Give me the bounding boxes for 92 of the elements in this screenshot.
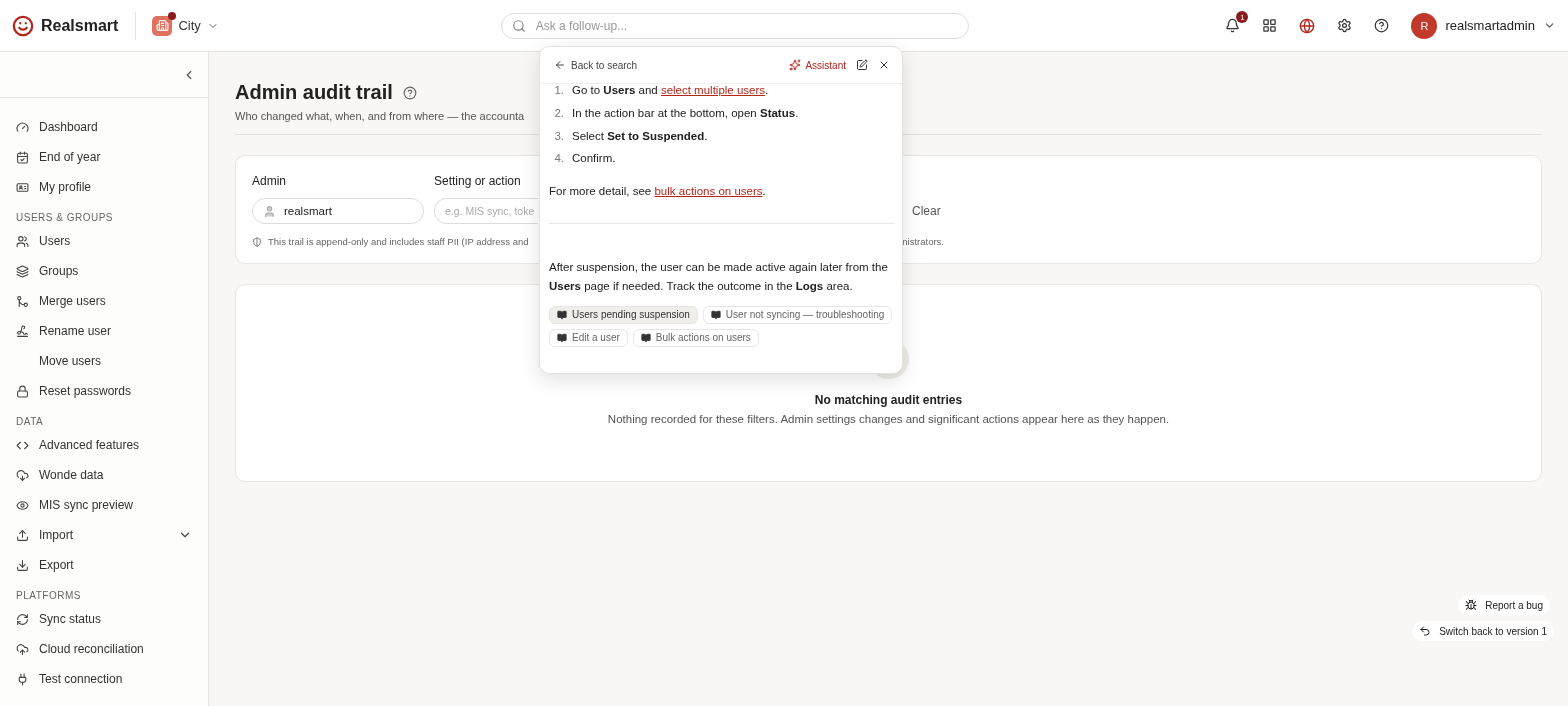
sidebar-item[interactable]: Merge users — [0, 286, 208, 316]
globe-button[interactable] — [1299, 17, 1316, 34]
article-chip[interactable]: Users pending suspension — [549, 305, 698, 324]
undo-icon — [1419, 625, 1432, 637]
calendar-icon — [16, 150, 29, 164]
cloud-upload-icon — [16, 642, 29, 656]
step-text: Select Set to Suspended. — [572, 129, 708, 142]
step-text: Go to Users and select multiple users. — [572, 84, 769, 96]
notification-badge: 1 — [1236, 11, 1249, 23]
book-icon — [557, 332, 567, 343]
cloud-download-icon — [16, 468, 29, 482]
bug-icon — [1465, 599, 1478, 611]
upload-icon — [16, 528, 29, 542]
sidebar-item[interactable]: MIS sync preview — [0, 490, 208, 520]
sidebar-item[interactable]: Reset passwords — [0, 376, 208, 406]
plug-icon — [16, 672, 29, 686]
article-chip[interactable]: User not syncing — troubleshooting — [702, 305, 893, 324]
help-icon[interactable] — [402, 85, 417, 100]
eye-icon — [16, 498, 29, 512]
person-icon — [263, 204, 276, 218]
detail-text: For more detail, see bulk actions on users. — [549, 183, 767, 199]
signature-icon — [16, 324, 29, 338]
book-icon — [710, 309, 721, 320]
step-number: 4. — [553, 152, 564, 165]
settings-button[interactable] — [1337, 18, 1353, 33]
logo-icon — [12, 14, 34, 37]
shield-icon — [252, 236, 262, 247]
empty-title: No matching audit entries — [814, 393, 963, 407]
article-chip[interactable]: Bulk actions on users — [632, 328, 759, 347]
user-menu[interactable]: R realsmartadmin — [1411, 12, 1556, 39]
sidebar-item[interactable]: Wonde data — [0, 460, 208, 490]
sidebar-item[interactable]: Dashboard — [0, 112, 208, 142]
download-icon — [16, 558, 29, 572]
section-title: PLATFORMS — [15, 589, 82, 603]
arrow-left-icon — [554, 59, 566, 71]
sidebar-item[interactable]: Test connection — [0, 664, 208, 694]
search-icon — [511, 18, 526, 33]
users-icon — [16, 234, 29, 248]
gauge-icon — [16, 120, 29, 134]
clear-button[interactable]: Clear — [910, 198, 943, 224]
lock-icon — [16, 384, 29, 398]
merge-icon — [16, 294, 29, 308]
switch-version-button[interactable]: Switch back to version 1 — [1412, 621, 1554, 641]
sidebar-item[interactable]: Rename user — [0, 316, 208, 346]
search-input[interactable]: Ask a follow-up... — [533, 17, 958, 34]
layers-icon — [16, 264, 29, 278]
sidebar-item[interactable]: Export — [0, 550, 208, 580]
sidebar-item[interactable]: My profile — [0, 172, 208, 202]
sidebar-item[interactable]: Import — [0, 520, 208, 550]
close-button[interactable] — [878, 59, 890, 71]
id-card-icon — [16, 180, 29, 194]
text-link[interactable]: bulk actions on users — [654, 184, 763, 197]
answer-text: After suspension, the user can be made active again later from the Users page if needed. Track the outcome in the Logs area. — [549, 259, 889, 294]
org-switcher[interactable]: City — [152, 15, 219, 36]
assistant-tab[interactable]: Assistant — [789, 59, 846, 71]
step-text: Confirm. — [572, 152, 616, 165]
section-title: USERS & GROUPS — [15, 211, 115, 225]
page-title: Admin audit trail — [235, 81, 393, 104]
setting-input[interactable]: e.g. MIS sync, toke — [445, 205, 538, 217]
field-label: Setting or action — [434, 174, 522, 188]
org-logo-icon — [152, 15, 173, 36]
empty-text: Nothing recorded for these filters. Admin settings changes and significant actions appear here as they happen. — [607, 413, 1170, 425]
notifications-button[interactable] — [1225, 18, 1241, 33]
sidebar-item[interactable]: Users — [0, 226, 208, 256]
step-text: In the action bar at the bottom, open Status. — [572, 107, 799, 120]
help-button[interactable] — [1374, 18, 1390, 33]
admin-input[interactable]: realsmart — [284, 205, 413, 217]
section-title: DATA — [15, 415, 45, 429]
sidebar-item[interactable]: Groups — [0, 256, 208, 286]
back-link[interactable]: Back to search — [554, 59, 638, 71]
privacy-note: This trail is append-only and includes staff PII (IP address and — [268, 236, 529, 247]
sidebar-item[interactable]: Sync status — [0, 604, 208, 634]
book-icon — [640, 332, 651, 343]
step-number: 3. — [553, 129, 564, 142]
sidebar-item[interactable]: Move users — [0, 346, 208, 376]
sparkles-icon — [789, 59, 802, 71]
sidebar-item[interactable]: End of year — [0, 142, 208, 172]
report-bug-button[interactable]: Report a bug — [1458, 595, 1550, 615]
step-number: 2. — [553, 107, 564, 120]
edit-button[interactable] — [856, 59, 868, 71]
apps-button[interactable] — [1262, 18, 1278, 33]
book-icon — [557, 309, 567, 320]
sidebar-item[interactable]: Advanced features — [0, 430, 208, 460]
user-avatar: R — [1411, 12, 1438, 39]
field-label: Admin — [252, 174, 287, 188]
sidebar-item[interactable]: Cloud reconciliation — [0, 634, 208, 664]
sync-icon — [16, 612, 29, 626]
brand-name: Realsmart — [41, 16, 119, 35]
step-number: 1. — [553, 84, 564, 96]
article-chip[interactable]: Edit a user — [549, 328, 628, 347]
privacy-note: nistrators. — [902, 236, 944, 247]
page-subtitle: Who changed what, when, and from where — the accounta — [235, 110, 525, 122]
